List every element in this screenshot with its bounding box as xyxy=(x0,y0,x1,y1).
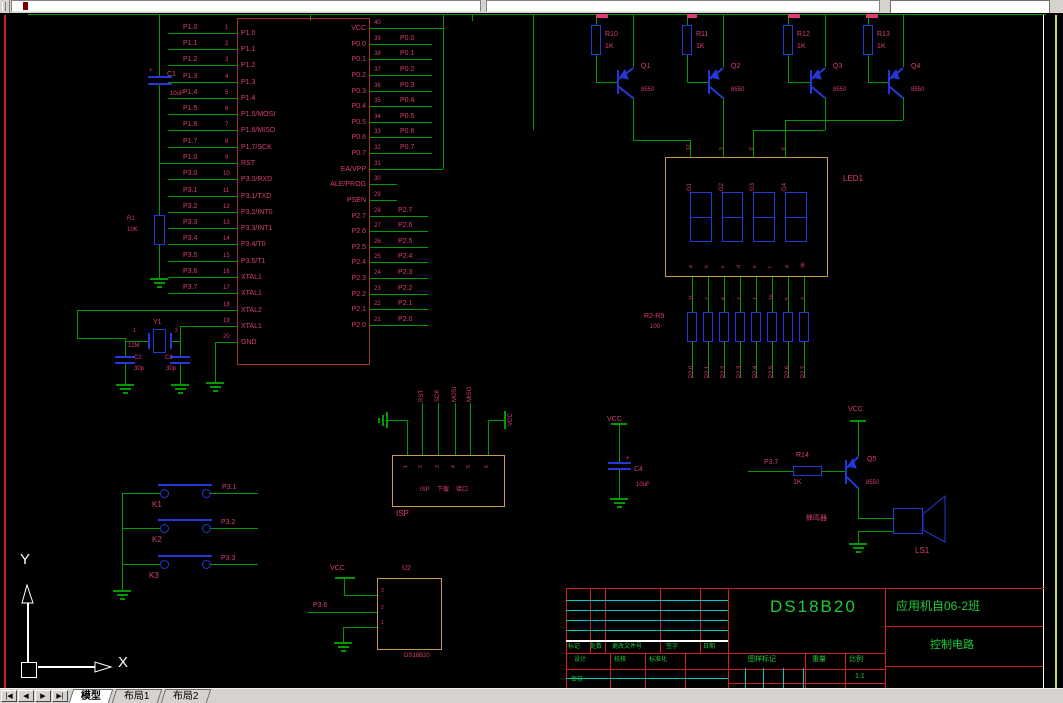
tab-layout2[interactable]: 布局2 xyxy=(160,689,211,703)
ucs-arrowhead xyxy=(21,583,34,604)
toolbar-field-middle[interactable] xyxy=(486,0,880,12)
tab-model[interactable]: 模型 xyxy=(68,689,114,703)
speaker-horn xyxy=(922,494,946,543)
tab-layout1[interactable]: 布局1 xyxy=(111,689,162,703)
tab-nav-previous-button[interactable]: ◀ xyxy=(18,690,34,702)
transistor-arrow xyxy=(710,68,720,80)
transistor-arrow xyxy=(619,68,629,80)
layout-tab-bar: |◀ ◀ ▶ ▶| 模型 布局1 布局2 xyxy=(0,688,1063,703)
tab-nav-last-button[interactable]: ▶| xyxy=(52,690,68,702)
drawing-canvas[interactable]: P1.0 P1.1 P1.2 P1.3 P1.4 P1.5 P1.6 P1.7 P1.0 P3.0… xyxy=(0,13,1063,688)
toolbar-field-left[interactable] xyxy=(11,0,481,12)
toolbar-red-mark xyxy=(23,2,28,10)
transistor-arrow xyxy=(890,68,900,80)
tab-nav-next-button[interactable]: ▶ xyxy=(35,690,51,702)
toolbar-gripper[interactable] xyxy=(0,0,10,13)
ucs-arrowhead xyxy=(94,661,113,673)
transistor-arrow xyxy=(812,68,822,80)
transistor-arrow xyxy=(847,457,857,469)
toolbar xyxy=(0,0,1063,14)
schematic-polygons xyxy=(21,68,946,673)
tab-nav-first-button[interactable]: |◀ xyxy=(1,690,17,702)
toolbar-combo[interactable] xyxy=(890,0,1050,14)
